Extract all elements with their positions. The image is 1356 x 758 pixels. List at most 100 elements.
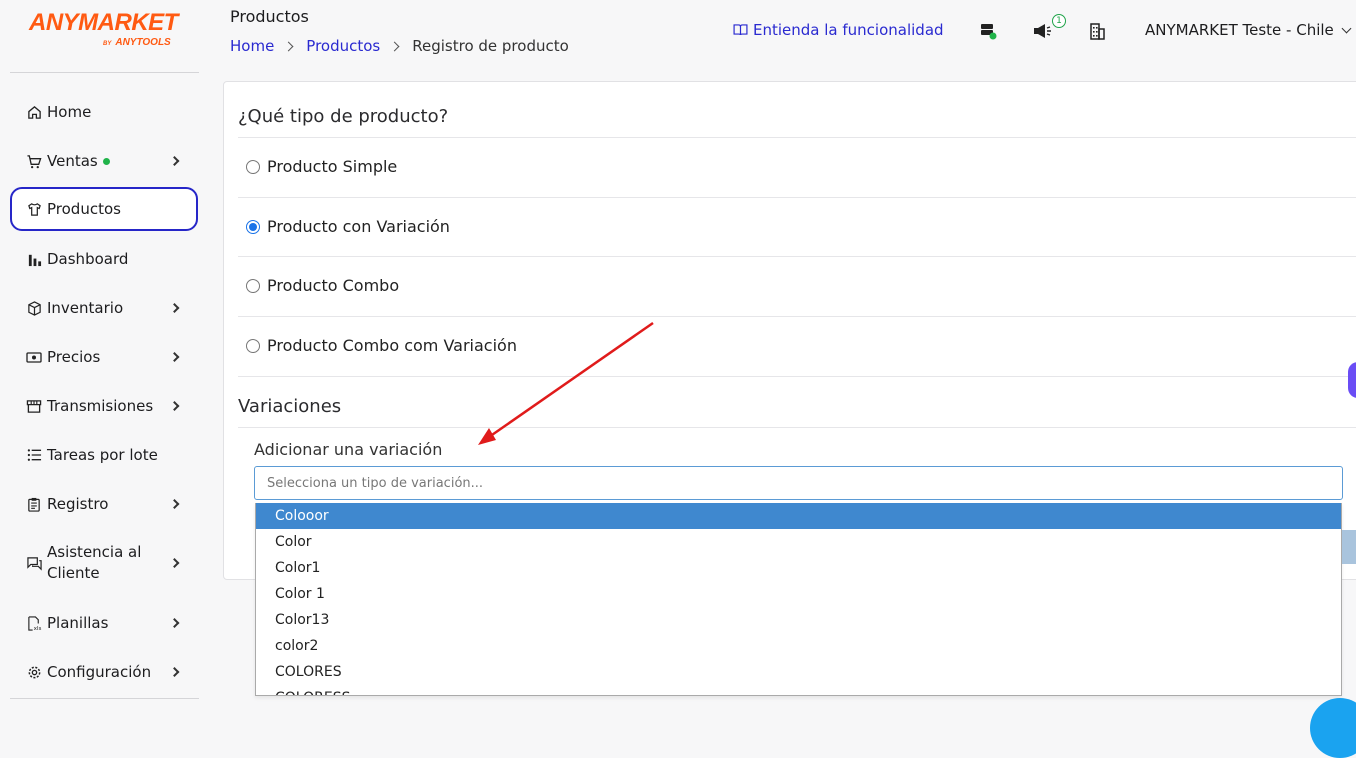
- sidebar-item-label: Productos: [47, 199, 121, 218]
- breadcrumb: Home Productos Registro de producto: [230, 37, 569, 55]
- chevron-right-icon: [389, 41, 400, 51]
- dropdown-option[interactable]: COLORES: [256, 659, 1341, 685]
- book-icon: [733, 21, 748, 39]
- chevron-right-icon: [169, 156, 180, 166]
- sidebar-item-label: Tareas por lote: [47, 445, 158, 464]
- sidebar-item-inventario[interactable]: Inventario: [10, 286, 198, 330]
- sidebar-item-label: Asistencia al Cliente: [47, 543, 142, 582]
- sidebar-item-planillas[interactable]: xls Planillas: [10, 601, 198, 645]
- chevron-right-icon: [283, 41, 294, 51]
- store-icon: [26, 398, 42, 414]
- product-type-title: ¿Qué tipo de producto?: [238, 106, 449, 127]
- radio-button[interactable]: [246, 338, 260, 353]
- sidebar-item-label: Home: [47, 102, 92, 121]
- sidebar-item-dashboard[interactable]: Dashboard: [10, 237, 198, 281]
- money-icon: [26, 349, 42, 365]
- breadcrumb-home[interactable]: Home: [230, 37, 274, 55]
- page-title: Productos: [230, 7, 309, 26]
- status-dot: [102, 157, 110, 165]
- clipboard-icon: [26, 496, 42, 512]
- radio-button[interactable]: [246, 278, 260, 293]
- notification-badge: 1: [1052, 14, 1066, 28]
- cart-icon: [26, 153, 42, 169]
- radio-button[interactable]: [246, 159, 260, 174]
- radio-label: Producto con Variación: [267, 217, 450, 236]
- radio-producto-combo[interactable]: Producto Combo: [246, 276, 399, 295]
- chevron-right-icon: [169, 352, 180, 362]
- help-link[interactable]: Entienda la funcionalidad: [733, 21, 944, 39]
- dropdown-option[interactable]: Color1: [256, 555, 1341, 581]
- chevron-right-icon: [169, 558, 180, 568]
- chevron-right-icon: [169, 401, 180, 411]
- radio-producto-simple[interactable]: Producto Simple: [246, 157, 397, 176]
- sidebar-item-home[interactable]: Home: [10, 90, 198, 134]
- chevron-right-icon: [169, 667, 180, 677]
- sidebar-item-productos[interactable]: Productos: [10, 187, 198, 231]
- spreadsheet-icon: xls: [26, 615, 42, 631]
- radio-producto-con-variacion[interactable]: Producto con Variación: [246, 217, 450, 236]
- logo-subtext: BY ANYTOOLS: [103, 37, 171, 48]
- divider: [238, 197, 1356, 198]
- sidebar-divider-bottom: [10, 698, 199, 699]
- sidebar-item-precios[interactable]: Precios: [10, 335, 198, 379]
- sidebar-item-ventas[interactable]: Ventas: [10, 139, 198, 183]
- chevron-right-icon: [169, 499, 180, 509]
- sidebar-item-label: Precios: [47, 347, 101, 366]
- box-icon: [26, 300, 42, 316]
- server-status-icon[interactable]: [978, 21, 998, 41]
- sidebar-item-label: Registro: [47, 494, 109, 513]
- sidebar: ANYMARKET BY ANYTOOLS Home Ventas Product…: [0, 0, 210, 719]
- dropdown-option[interactable]: color2: [256, 633, 1341, 659]
- dropdown-option[interactable]: Colooor: [256, 503, 1341, 529]
- account-name: ANYMARKET Teste - Chile: [1145, 21, 1334, 39]
- bar-chart-icon: [26, 251, 42, 267]
- divider: [238, 376, 1356, 377]
- dropdown-option[interactable]: Color 1: [256, 581, 1341, 607]
- breadcrumb-current: Registro de producto: [412, 37, 569, 55]
- sidebar-item-label: Inventario: [47, 298, 124, 317]
- select-placeholder: Selecciona un tipo de variación...: [267, 475, 484, 491]
- dropdown-option[interactable]: COLORESS: [256, 685, 1341, 695]
- sidebar-item-label: Dashboard: [47, 249, 129, 268]
- breadcrumb-productos[interactable]: Productos: [306, 37, 380, 55]
- chat-launcher-button[interactable]: [1310, 698, 1356, 758]
- radio-producto-combo-variacion[interactable]: Producto Combo com Variación: [246, 336, 517, 355]
- megaphone-icon[interactable]: [1032, 21, 1052, 41]
- partial-button[interactable]: [1342, 530, 1356, 564]
- sidebar-item-registro[interactable]: Registro: [10, 482, 198, 526]
- radio-label: Producto Simple: [267, 157, 398, 176]
- add-variation-label: Adicionar una variación: [254, 440, 443, 459]
- divider: [238, 256, 1356, 257]
- dropdown-option[interactable]: Color: [256, 529, 1341, 555]
- variation-type-select[interactable]: Selecciona un tipo de variación...: [254, 466, 1343, 500]
- anymarket-logo[interactable]: ANYMARKET BY ANYTOOLS: [29, 10, 189, 52]
- sidebar-item-asistencia[interactable]: Asistencia al Cliente: [10, 541, 198, 585]
- chevron-right-icon: [169, 618, 180, 628]
- sidebar-item-label: Planillas: [47, 613, 109, 632]
- side-widget-tab[interactable]: [1348, 362, 1356, 398]
- building-icon[interactable]: [1087, 21, 1107, 41]
- logo-text: ANYMARKET: [29, 9, 178, 36]
- account-menu[interactable]: ANYMARKET Teste - Chile: [1145, 21, 1352, 39]
- radio-button-checked[interactable]: [246, 219, 260, 234]
- sidebar-item-configuracion[interactable]: Configuración: [10, 650, 198, 694]
- shirt-icon: [26, 201, 42, 217]
- sidebar-item-label: Transmisiones: [47, 396, 154, 415]
- sidebar-item-tareas[interactable]: Tareas por lote: [10, 433, 198, 477]
- variations-title: Variaciones: [238, 396, 342, 417]
- sidebar-item-label: Ventas: [47, 151, 98, 170]
- chat-icon: [26, 555, 42, 571]
- help-link-label: Entienda la funcionalidad: [753, 21, 944, 39]
- divider: [238, 316, 1356, 317]
- chevron-down-icon: [1341, 23, 1352, 33]
- sidebar-item-label: Configuración: [47, 662, 152, 681]
- chevron-right-icon: [169, 303, 180, 313]
- radio-label: Producto Combo: [267, 276, 400, 295]
- dropdown-option[interactable]: Color13: [256, 607, 1341, 633]
- sidebar-divider-top: [10, 72, 199, 73]
- svg-text:xls: xls: [33, 626, 41, 631]
- divider: [238, 137, 1356, 138]
- list-icon: [26, 447, 42, 463]
- home-icon: [26, 104, 42, 120]
- sidebar-item-transmisiones[interactable]: Transmisiones: [10, 384, 198, 428]
